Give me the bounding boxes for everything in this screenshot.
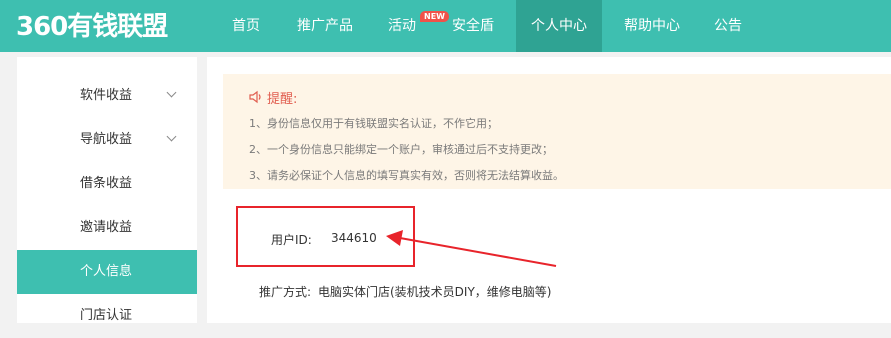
annotation-arrow-icon [386, 230, 557, 267]
